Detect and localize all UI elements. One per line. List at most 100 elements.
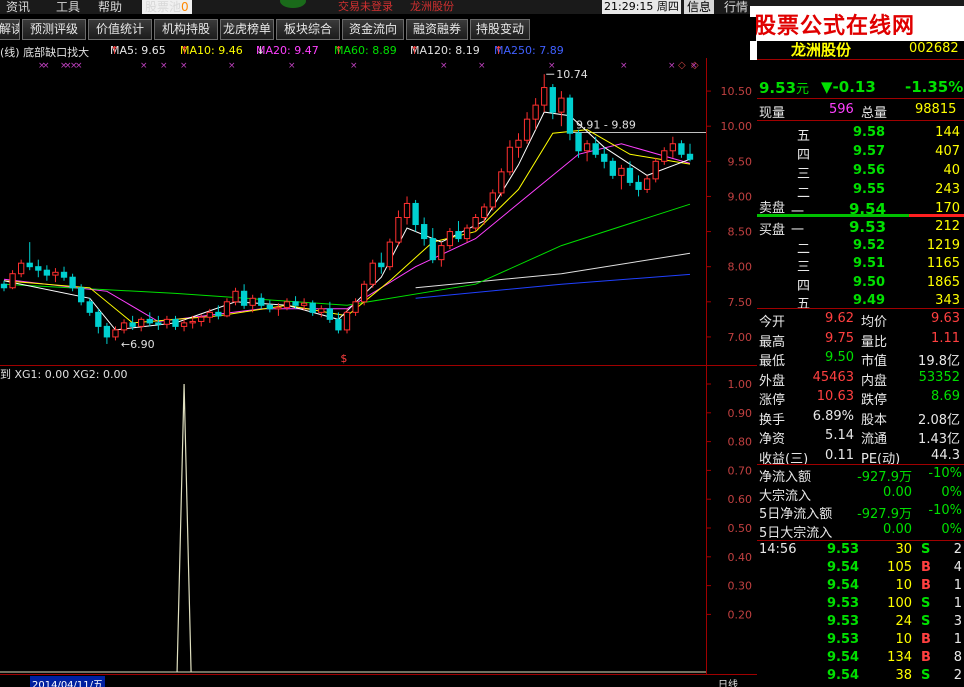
toolbar-button-fund-flow[interactable]: 资金流向	[342, 19, 404, 40]
candle[interactable]	[275, 306, 282, 310]
candle[interactable]	[180, 322, 188, 327]
candle[interactable]	[240, 290, 248, 306]
candle[interactable]	[412, 202, 419, 226]
candle[interactable]	[146, 318, 153, 324]
candle[interactable]	[626, 167, 634, 183]
candle[interactable]	[223, 301, 231, 317]
toolbar-button-margin[interactable]: 融资融券	[406, 19, 468, 40]
toolbar-button-interpret[interactable]: 解读	[0, 19, 20, 40]
candle[interactable]	[198, 316, 205, 322]
candle[interactable]	[378, 262, 385, 268]
candle[interactable]	[421, 224, 428, 240]
candle[interactable]	[17, 262, 25, 275]
candle[interactable]	[678, 143, 685, 155]
indicator-chart[interactable]: 1.00 0.90 0.80 0.70 0.60 0.50 0.40 0.30 0.20	[0, 366, 757, 674]
candle[interactable]	[463, 227, 471, 240]
candle[interactable]	[120, 322, 128, 331]
candle[interactable]	[403, 202, 411, 219]
candle[interactable]	[575, 132, 582, 152]
toolbar-button-institution[interactable]: 机构持股	[154, 19, 218, 40]
candle[interactable]	[95, 311, 102, 327]
candle[interactable]	[395, 217, 402, 243]
market-button[interactable]: 行情	[724, 0, 748, 14]
candle[interactable]	[369, 262, 376, 285]
candle[interactable]	[86, 301, 93, 313]
candle[interactable]	[498, 171, 505, 194]
candle[interactable]	[506, 146, 514, 173]
toolbar-button-forecast[interactable]: 预测评级	[22, 19, 86, 40]
candle[interactable]	[455, 231, 462, 240]
candle[interactable]	[669, 143, 677, 152]
candle[interactable]	[292, 301, 299, 306]
candle[interactable]	[335, 318, 342, 331]
candle[interactable]	[583, 143, 591, 152]
candle[interactable]	[60, 271, 68, 278]
diamond-icon[interactable]: ◇	[691, 60, 699, 71]
candle[interactable]	[352, 301, 359, 313]
candle[interactable]	[326, 308, 334, 320]
menu-item-info[interactable]: 资讯	[6, 0, 30, 14]
candle[interactable]	[189, 320, 196, 324]
candle[interactable]	[69, 276, 76, 289]
candle[interactable]	[103, 325, 111, 338]
candle[interactable]	[283, 301, 291, 308]
candle[interactable]	[515, 139, 522, 148]
candle[interactable]	[300, 302, 308, 306]
candle[interactable]	[523, 118, 531, 141]
candle[interactable]	[35, 266, 42, 271]
candle[interactable]	[112, 329, 119, 338]
period-label[interactable]: 日线	[718, 676, 738, 687]
candlestick-chart[interactable]: 10.50 10.00 9.50 9.00 8.50 8.00 7.50 7.00 × × × × × ×…	[0, 58, 757, 366]
candle[interactable]	[438, 245, 445, 261]
candle[interactable]	[232, 290, 239, 303]
candle[interactable]	[266, 304, 273, 310]
candle[interactable]	[558, 97, 565, 113]
candle[interactable]	[318, 308, 325, 313]
candle[interactable]	[635, 181, 642, 190]
candle[interactable]	[258, 297, 265, 306]
candle[interactable]	[249, 297, 256, 306]
stock-pool-button[interactable]: 股票池0	[142, 0, 192, 14]
candle[interactable]	[343, 311, 351, 331]
candle[interactable]	[52, 271, 59, 276]
candle[interactable]	[549, 87, 556, 113]
candle[interactable]	[206, 311, 213, 318]
candle[interactable]	[215, 311, 222, 317]
trade-login-notice[interactable]: 交易未登录	[338, 0, 393, 14]
candle[interactable]	[652, 160, 659, 180]
candle[interactable]	[618, 167, 625, 176]
toolbar-button-value-stats[interactable]: 价值统计	[88, 19, 152, 40]
candle[interactable]	[9, 273, 16, 289]
candle[interactable]	[0, 283, 8, 289]
candle[interactable]	[155, 322, 162, 325]
candle[interactable]	[360, 283, 368, 303]
candle[interactable]	[601, 153, 608, 162]
toolbar-button-holdings[interactable]: 持股变动	[470, 19, 530, 40]
candle[interactable]	[43, 269, 51, 276]
menu-item-tools[interactable]: 工具	[56, 0, 80, 14]
candle[interactable]	[138, 318, 145, 327]
candle[interactable]	[661, 150, 668, 162]
toolbar-button-sector[interactable]: 板块综合	[276, 19, 340, 40]
candle[interactable]	[386, 241, 394, 268]
menu-item-help[interactable]: 帮助	[98, 0, 122, 14]
candle[interactable]	[532, 104, 539, 120]
info-button[interactable]: 信息	[684, 0, 715, 14]
candle[interactable]	[643, 178, 651, 190]
candle[interactable]	[686, 153, 694, 160]
candle[interactable]	[26, 262, 33, 268]
candle[interactable]	[481, 206, 488, 219]
candle[interactable]	[541, 87, 548, 106]
candle[interactable]	[429, 238, 436, 261]
candle[interactable]	[609, 160, 616, 176]
candle[interactable]	[172, 318, 179, 327]
candle[interactable]	[129, 322, 136, 327]
candle[interactable]	[309, 302, 316, 313]
candle[interactable]	[472, 217, 479, 229]
candle[interactable]	[78, 287, 85, 303]
toolbar-button-dragon-tiger[interactable]: 龙虎榜单	[220, 19, 274, 40]
candle[interactable]	[592, 143, 599, 155]
candle[interactable]	[446, 231, 454, 247]
diamond-icon[interactable]: ◇	[678, 60, 686, 71]
candle[interactable]	[163, 318, 171, 325]
